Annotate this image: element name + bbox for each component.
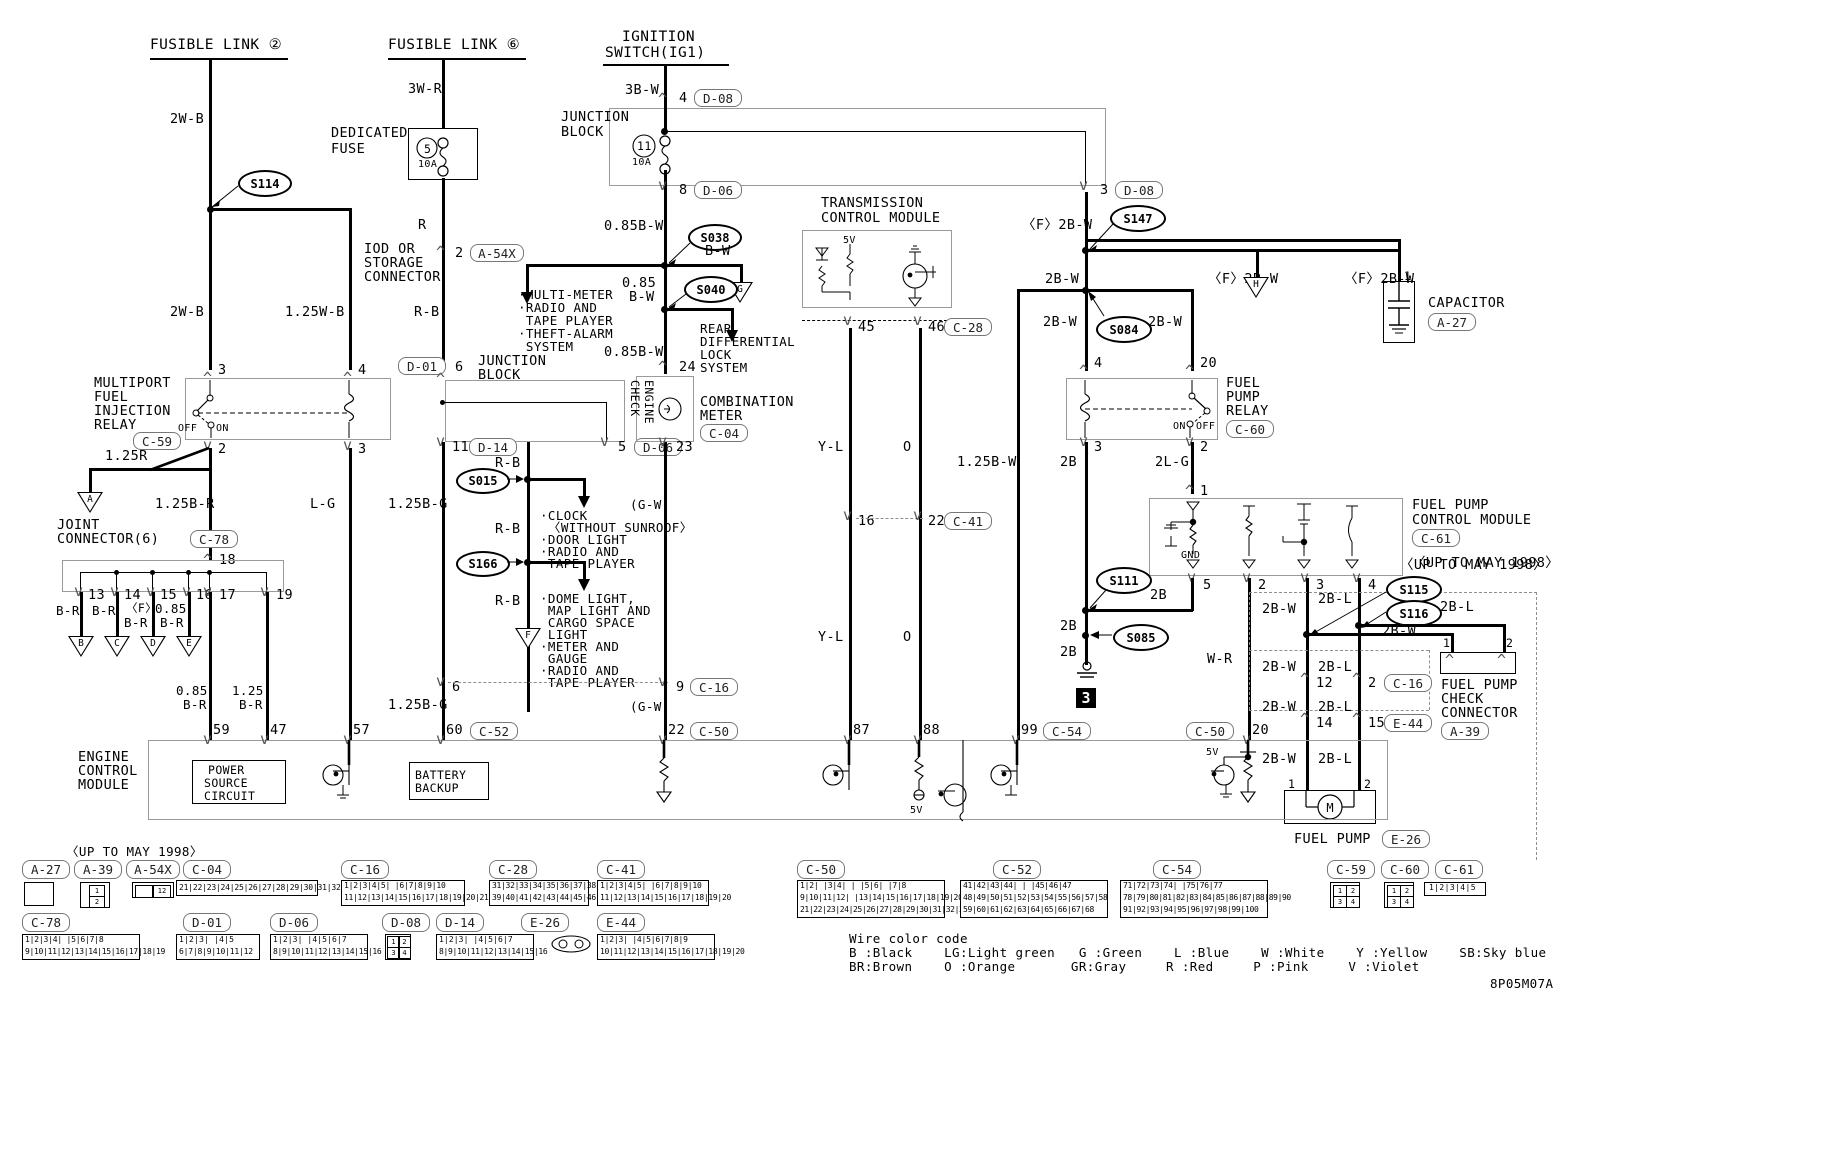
pingrid-c-52-r1: 41|42|43|44| | |45|46|47	[963, 881, 1072, 890]
pingrid-c-78-r1: 1|2|3|4| |5|6|7|8	[25, 935, 104, 944]
pingrid-c-16-r1: 1|2|3|4|5| |6|7|8|9|10	[344, 881, 446, 890]
connector-view-e-26[interactable]: E-26	[521, 913, 569, 932]
connector-view-c-52[interactable]: C-52	[993, 860, 1041, 879]
wire-color-code-line2: BR:Brown O :Orange GR:Gray R :Red P :Pin…	[849, 959, 1420, 974]
pingrid-a-27	[24, 882, 54, 906]
pingrid-c-54-r1: 71|72|73|74| |75|76|77	[1123, 881, 1223, 890]
wire-color-code-title: Wire color code	[849, 931, 968, 946]
pingrid-d-14-r1: 1|2|3| |4|5|6|7	[439, 935, 513, 944]
connector-view-c-78[interactable]: C-78	[22, 913, 70, 932]
wiring-diagram-canvas: FUSIBLE LINK ② FUSIBLE LINK ⑥ IGNITION S…	[0, 0, 1844, 1172]
pingrid-d-06-r1: 1|2|3| |4|5|6|7	[273, 935, 347, 944]
connector-view-c-50[interactable]: C-50	[797, 860, 845, 879]
connector-view-a-27[interactable]: A-27	[22, 860, 70, 879]
pingrid-a-54x: 12	[132, 882, 174, 898]
pingrid-c-28-r1: 31|32|33|34|35|36|37|38	[492, 881, 596, 890]
pingrid-d-01-r2: 6|7|8|9|10|11|12	[179, 947, 253, 956]
pingrid-c-50-r2: 9|10|11|12| |13|14|15|16|17|18|19|20	[800, 893, 963, 902]
ecm-5v-label-b: 5V	[1206, 747, 1219, 758]
wire-color-code-line1: B :Black LG:Light green G :Green L :Blue…	[849, 945, 1547, 960]
connector-view-d-08[interactable]: D-08	[382, 913, 430, 932]
ecm-5v-label-a: 5V	[910, 805, 923, 816]
pingrid-c-61-pins: 1|2|3|4|5	[1429, 883, 1476, 892]
pingrid-c-41-r1: 1|2|3|4|5| |6|7|8|9|10	[600, 881, 702, 890]
pingrid-e-44-r1: 1|2|3| |4|5|6|7|8|9	[600, 935, 688, 944]
diagram-code: 8P05M07A	[1490, 976, 1554, 991]
connector-view-a-39[interactable]: A-39	[74, 860, 122, 879]
pingrid-c-78-r2: 9|10|11|12|13|14|15|16|17|18|19	[25, 947, 166, 956]
connector-views-note: 〈UP TO MAY 1998〉	[66, 844, 203, 859]
connector-view-e-44[interactable]: E-44	[597, 913, 645, 932]
connector-view-d-14[interactable]: D-14	[436, 913, 484, 932]
pingrid-c-54-r3: 91|92|93|94|95|96|97|98|99|100	[1123, 905, 1259, 914]
pingrid-c-50-r1: 1|2| |3|4| | |5|6| |7|8	[800, 881, 907, 890]
connector-view-c-54[interactable]: C-54	[1153, 860, 1201, 879]
pingrid-c-54-r2: 78|79|80|81|82|83|84|85|86|87|88|89|90	[1123, 893, 1291, 902]
connector-view-c-60[interactable]: C-60	[1381, 860, 1429, 879]
connector-view-c-28[interactable]: C-28	[489, 860, 537, 879]
pingrid-c-52-r2: 48|49|50|51|52|53|54|55|56|57|58	[963, 893, 1108, 902]
pingrid-d-01-r1: 1|2|3| |4|5	[179, 935, 235, 944]
connector-view-c-41[interactable]: C-41	[597, 860, 645, 879]
pingrid-c-41-r2: 11|12|13|14|15|16|17|18|19|20	[600, 893, 731, 902]
connector-view-d-06[interactable]: D-06	[270, 913, 318, 932]
pingrid-c-59: 1 2 3 4	[1330, 882, 1360, 908]
pingrid-c-04-pins: 21|22|23|24|25|26|27|28|29|30|31|32|33	[179, 883, 355, 892]
connector-view-c-16[interactable]: C-16	[341, 860, 389, 879]
ecm-internal-symbols	[322, 740, 1257, 822]
connector-view-a-54x[interactable]: A-54X	[126, 860, 180, 879]
connector-view-c-04[interactable]: C-04	[183, 860, 231, 879]
pingrid-c-28-r2: 39|40|41|42|43|44|45|46	[492, 893, 596, 902]
pingrid-d-14-r2: 8|9|10|11|12|13|14|15|16	[439, 947, 548, 956]
connector-view-d-01[interactable]: D-01	[183, 913, 231, 932]
pingrid-d-06-r2: 8|9|10|11|12|13|14|15|16	[273, 947, 382, 956]
pingrid-e-26-symbol	[551, 935, 591, 953]
pingrid-a-39: 1 2	[80, 882, 110, 908]
connector-view-c-59[interactable]: C-59	[1327, 860, 1375, 879]
pingrid-e-44-r2: 10|11|12|13|14|15|16|17|18|19|20	[600, 947, 745, 956]
connector-view-c-61[interactable]: C-61	[1435, 860, 1483, 879]
pingrid-c-52-r3: 59|60|61|62|63|64|65|66|67|68	[963, 905, 1094, 914]
pingrid-c-60: 1 2 3 4	[1384, 882, 1414, 908]
pingrid-d-08: 1 2 3 4	[385, 934, 411, 960]
